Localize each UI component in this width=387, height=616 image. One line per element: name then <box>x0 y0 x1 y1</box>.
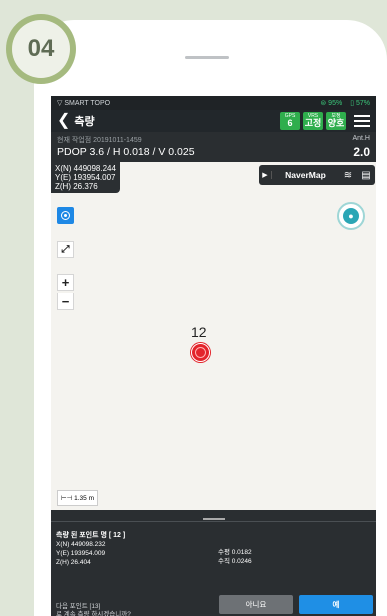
drag-handle[interactable] <box>203 518 225 520</box>
status-app-name: ▽ SMART TOPO <box>57 100 111 107</box>
coordinate-readout: X(N) 449098.244 Y(E) 193954.007 Z(H) 26.… <box>51 162 120 193</box>
phone-speaker <box>185 56 229 59</box>
status-battery-receiver: ⊜ 95% <box>320 100 343 107</box>
yes-button[interactable]: 예 <box>299 595 373 614</box>
result-title: 측량 된 포인트 명 [ 12 ] <box>56 532 126 539</box>
scale-icon: ⊢⊣ <box>61 495 75 502</box>
current-point: 현재 작업점 20191011-1459 <box>57 137 142 144</box>
map-source-button[interactable]: NaverMap <box>272 170 339 180</box>
layers-icon[interactable]: ≋ <box>339 170 357 181</box>
app-screen: ▽ SMART TOPO ⊜ 95% ▯ 57% ❮ 측량 GPS 6 VRS … <box>51 96 376 616</box>
step-badge: 04 <box>6 14 76 84</box>
status-battery-phone: ▯ 57% <box>350 100 370 107</box>
result-panel: 측량 된 포인트 명 [ 12 ] X(N) 449098.232 Y(E) 1… <box>51 510 376 616</box>
no-button[interactable]: 아니요 <box>219 595 293 614</box>
precision-info-bar: 현재 작업점 20191011-1459 PDOP 3.6 / H 0.018 … <box>51 132 376 162</box>
voice-button[interactable]: ● <box>337 202 365 230</box>
step-number: 04 <box>12 20 70 78</box>
status-bar: ▽ SMART TOPO ⊜ 95% ▯ 57% <box>51 96 376 110</box>
result-x: X(N) 449098.232 <box>56 541 106 548</box>
vrs-badge[interactable]: VRS 고정 <box>303 112 323 130</box>
chevron-left-icon[interactable]: ❮ <box>57 113 70 129</box>
surveyed-point-marker[interactable] <box>191 343 210 362</box>
collapse-arrow-icon[interactable]: ▶ <box>259 171 272 179</box>
zoom-out-button[interactable]: − <box>57 293 74 310</box>
antenna-height-label: Ant.H <box>352 135 370 142</box>
map-view[interactable]: X(N) 449098.244 Y(E) 193954.007 Z(H) 26.… <box>51 162 376 510</box>
expand-icon[interactable]: ⤢ <box>57 241 74 258</box>
gps-badge[interactable]: GPS 6 <box>280 112 300 130</box>
list-icon[interactable]: ▤ <box>357 170 375 181</box>
point-label: 12 <box>191 324 207 340</box>
my-location-button[interactable] <box>57 207 74 224</box>
vertical-precision: 수직 0.0246 <box>218 558 252 565</box>
map-toolbar: ▶ NaverMap ≋ ▤ <box>259 165 375 185</box>
page-title: 측량 <box>74 116 95 128</box>
zoom-in-button[interactable]: + <box>57 274 74 291</box>
menu-icon[interactable] <box>354 115 370 127</box>
result-z: Z(H) 26.404 <box>56 559 91 566</box>
continue-question: 로 계속 측량 하시겠습니까? <box>56 611 131 616</box>
scale-bar: ⊢⊣ 1.35 m <box>57 490 99 506</box>
microphone-icon: ● <box>343 208 359 224</box>
correction-badge[interactable]: 보정 양호 <box>326 112 346 130</box>
result-y: Y(E) 193954.009 <box>56 550 106 557</box>
antenna-height-value[interactable]: 2.0 <box>353 145 370 159</box>
pdop-readout: PDOP 3.6 / H 0.018 / V 0.025 <box>57 146 195 158</box>
app-bar: ❮ 측량 GPS 6 VRS 고정 보정 양호 <box>51 110 376 132</box>
